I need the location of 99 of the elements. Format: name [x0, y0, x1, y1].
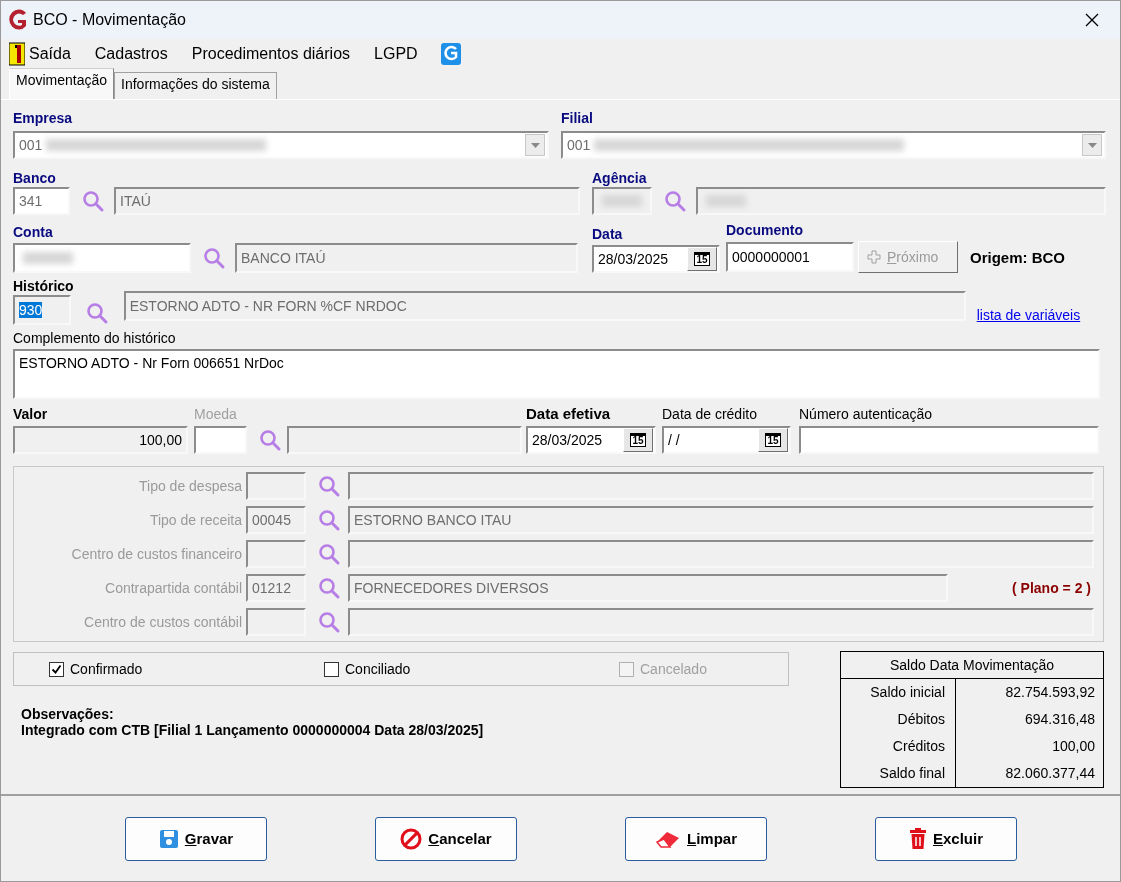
field-label: Data [592, 225, 624, 243]
calendar-icon: 15 [630, 433, 646, 447]
field-label: Contrapartida contábil [104, 580, 243, 596]
search-icon[interactable] [202, 246, 226, 270]
app-logo-icon[interactable] [439, 42, 462, 66]
search-icon[interactable] [258, 428, 282, 452]
field-label: Banco [13, 169, 57, 187]
history-code-field[interactable]: 930 [13, 295, 71, 325]
dropdown-arrow-icon [1087, 142, 1097, 148]
table-cell-text: 694.316,48 [1023, 710, 1096, 729]
checkbox[interactable] [324, 661, 339, 677]
checkbox[interactable] [49, 661, 64, 677]
code-field[interactable] [246, 540, 306, 568]
field-label: Número autenticação [799, 405, 934, 423]
tab[interactable]: Informações do sistema [114, 72, 277, 99]
history-complement-field[interactable]: ESTORNO ADTO - Nr Forn 006651 NrDoc [13, 349, 1100, 399]
field-label: Empresa [13, 109, 74, 127]
code-field[interactable] [246, 472, 306, 500]
action-button[interactable]: Cancelar [375, 816, 517, 861]
amount-field[interactable]: 100,00 [13, 426, 188, 454]
code-field[interactable]: 00045 [246, 506, 306, 534]
plus-icon [867, 250, 881, 264]
table-title: Saldo Data Movimentação [841, 652, 1103, 679]
account-code-field[interactable] [13, 243, 191, 273]
search-icon[interactable] [317, 610, 341, 634]
menu-item[interactable]: LGPD [372, 45, 420, 63]
field-label: Conta [13, 223, 54, 241]
table-cell-text: 82.754.593,92 [1004, 683, 1096, 702]
code-field[interactable] [246, 608, 306, 636]
field-label: Tipo de receita [148, 512, 243, 528]
document-field[interactable]: 0000000001 [726, 242, 854, 272]
action-button[interactable]: Excluir [875, 816, 1017, 861]
code-field[interactable]: 01212 [246, 574, 306, 602]
checkbox-label: Cancelado [640, 661, 707, 677]
authentication-number-field[interactable] [799, 426, 1099, 454]
table-cell: Débitos [841, 706, 956, 733]
field-label: Agência [592, 169, 648, 187]
table-cell-text: 82.060.377,44 [1004, 764, 1096, 783]
table-cell-text: 100,00 [1051, 737, 1096, 756]
tab[interactable]: Movimentação [9, 68, 115, 99]
field-label: Data de crédito [662, 405, 758, 423]
checkbox-label: Confirmado [70, 661, 143, 677]
observations-label: Observações: [21, 706, 114, 722]
prohibited-icon [400, 827, 423, 850]
search-icon[interactable] [84, 301, 109, 325]
field-label: Moeda [194, 405, 238, 423]
bank-name-field: ITAÚ [114, 187, 580, 215]
description-field: ESTORNO BANCO ITAU [348, 506, 1094, 534]
currency-code-field[interactable] [194, 426, 247, 454]
branch-dropdown[interactable]: 001 [561, 131, 1106, 159]
plan-note: ( Plano = 2 ) [1012, 580, 1091, 596]
trash-icon [908, 827, 927, 850]
table-cell: Créditos [841, 733, 956, 760]
checkbox-label: Conciliado [345, 661, 411, 677]
menu-item[interactable]: Procedimentos diários [189, 45, 353, 63]
field-label: Documento [726, 221, 804, 239]
account-name-field: BANCO ITAÚ [235, 243, 578, 273]
calendar-icon: 15 [694, 252, 710, 266]
calendar-button[interactable]: 15 [687, 247, 717, 271]
window-title: BCO - Movimentação [33, 11, 187, 29]
agency-code-field[interactable] [592, 187, 652, 215]
field-label: Data efetiva [526, 405, 612, 423]
dropdown-arrow-icon [530, 142, 540, 148]
close-icon[interactable] [1084, 12, 1100, 28]
history-description-field: ESTORNO ADTO - NR FORN %CF NRDOC [123, 291, 966, 321]
search-icon[interactable] [317, 542, 341, 566]
menu-item[interactable]: Cadastros [92, 45, 170, 63]
action-button[interactable]: Limpar [625, 816, 767, 861]
search-icon[interactable] [663, 189, 687, 213]
observations-text: Integrado com CTB [Filial 1 Lançamento 0000000004 Data 28/03/2025] [21, 722, 484, 738]
company-dropdown[interactable]: 001 [13, 131, 549, 159]
search-icon[interactable] [81, 189, 105, 213]
description-field: FORNECEDORES DIVERSOS [348, 574, 948, 602]
search-icon[interactable] [317, 576, 341, 600]
bank-code-field[interactable]: 341 [13, 187, 70, 215]
field-label: Filial [561, 109, 594, 127]
table-cell: Saldo inicial [841, 679, 956, 706]
search-icon[interactable] [317, 474, 341, 498]
search-icon[interactable] [317, 508, 341, 532]
field-label: Complemento do histórico [13, 329, 177, 347]
credit-date-field[interactable]: / / 15 [662, 426, 791, 454]
field-label: Centro de custos financeiro [70, 546, 243, 562]
calendar-icon: 15 [765, 433, 781, 447]
field-label: Valor [13, 405, 49, 423]
app-logo-icon [7, 8, 29, 32]
table-cell: Saldo final [841, 760, 956, 787]
field-label: Histórico [13, 277, 74, 295]
menu-item[interactable]: Saída [29, 45, 71, 63]
field-label: Centro de custos contábil [83, 614, 243, 630]
exit-door-icon [9, 42, 25, 66]
calendar-button[interactable]: 15 [758, 428, 788, 452]
calendar-button[interactable]: 15 [623, 428, 653, 452]
effective-date-field[interactable]: 28/03/2025 15 [526, 426, 656, 454]
origin-label: Origem: BCO [970, 248, 1065, 266]
action-button[interactable]: Gravar [125, 816, 267, 861]
variables-link[interactable]: lista de variáveis [976, 307, 1081, 323]
date-field[interactable]: 28/03/2025 15 [592, 245, 720, 273]
redacted-text [23, 252, 73, 264]
field-label: Tipo de despesa [138, 478, 243, 494]
